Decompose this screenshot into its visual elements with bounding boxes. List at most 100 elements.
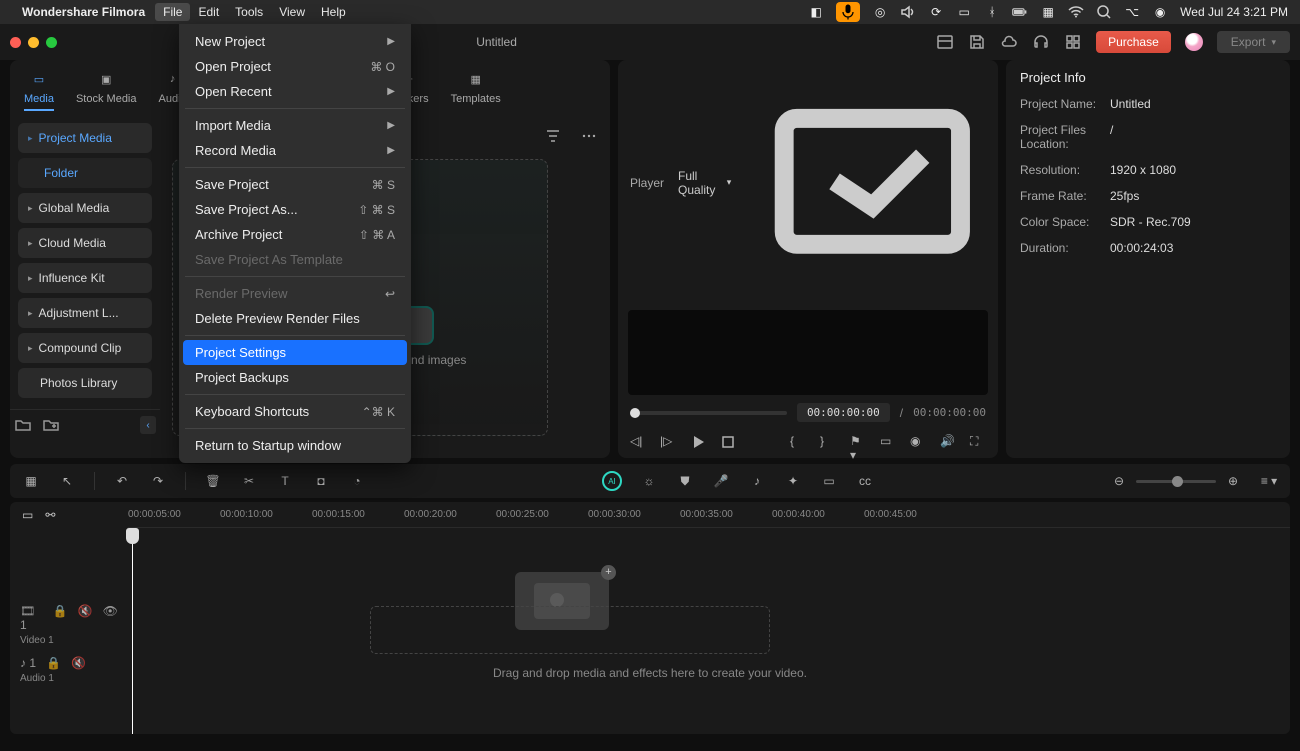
user-avatar[interactable] <box>1185 33 1203 51</box>
wifi-icon[interactable] <box>1068 4 1084 20</box>
sidebar-photos-library[interactable]: Photos Library <box>18 368 152 398</box>
menu-tools[interactable]: Tools <box>227 3 271 21</box>
app-name[interactable]: Wondershare Filmora <box>22 5 145 19</box>
sidebar-compound-clip[interactable]: ▸Compound Clip <box>18 333 152 363</box>
zoom-window[interactable] <box>46 37 57 48</box>
volume-icon[interactable]: 🔊 <box>940 434 956 450</box>
headphone-icon[interactable] <box>1032 33 1050 51</box>
prev-frame-icon[interactable]: ◁| <box>630 434 646 450</box>
purchase-button[interactable]: Purchase <box>1096 31 1171 53</box>
snapshot-compare-icon[interactable] <box>759 68 986 298</box>
minimize-window[interactable] <box>28 37 39 48</box>
quality-selector[interactable]: Full Quality▾ <box>678 169 731 197</box>
bluetooth-icon[interactable]: ᚼ <box>984 4 1000 20</box>
voice-icon[interactable]: 🎤 <box>712 472 730 490</box>
menu-view[interactable]: View <box>271 3 313 21</box>
fullscreen-icon[interactable]: ⛶ <box>970 434 986 450</box>
shield-icon[interactable]: ⛊ <box>676 472 694 490</box>
music-icon[interactable]: ♪ <box>748 472 766 490</box>
clock[interactable]: Wed Jul 24 3:21 PM <box>1180 5 1288 19</box>
sidebar-folder[interactable]: Folder <box>18 158 152 188</box>
undo-icon[interactable]: ↶ <box>113 472 131 490</box>
mark-out-icon[interactable]: } <box>820 434 836 450</box>
apps-icon[interactable] <box>1064 33 1082 51</box>
filter-icon[interactable] <box>544 127 562 145</box>
export-button[interactable]: Export▾ <box>1217 31 1290 53</box>
menu-edit[interactable]: Edit <box>190 3 227 21</box>
select-tool-icon[interactable]: ↖ <box>58 472 76 490</box>
sync-icon[interactable]: ⟳ <box>928 4 944 20</box>
sidebar-global-media[interactable]: ▸Global Media <box>18 193 152 223</box>
new-folder-icon[interactable] <box>14 416 32 434</box>
snapshot-icon[interactable]: ◉ <box>910 434 926 450</box>
seek-bar[interactable] <box>630 411 787 415</box>
tab-media[interactable]: ▭Media <box>24 68 54 111</box>
collapse-sidebar-icon[interactable]: ‹ <box>140 416 156 434</box>
menu-item-return-to-startup-window[interactable]: Return to Startup window <box>183 433 407 458</box>
timeline-dropzone[interactable] <box>370 606 770 654</box>
more-icon[interactable] <box>580 127 598 145</box>
tab-stock-media[interactable]: ▣Stock Media <box>76 68 137 111</box>
delete-icon[interactable]: 🗑 <box>204 472 222 490</box>
menu-file[interactable]: File <box>155 3 190 21</box>
menu-item-keyboard-shortcuts[interactable]: Keyboard Shortcuts⌃⌘ K <box>183 399 407 424</box>
transition-icon[interactable]: ▭ <box>820 472 838 490</box>
playhead[interactable] <box>132 528 133 734</box>
crop-icon[interactable]: ◘ <box>312 472 330 490</box>
menu-item-delete-preview-render-files[interactable]: Delete Preview Render Files <box>183 306 407 331</box>
link-icon[interactable]: ⚯ <box>45 508 55 522</box>
lock-icon[interactable]: 🔒 <box>53 604 68 632</box>
play-icon[interactable] <box>690 434 706 450</box>
battery-icon[interactable] <box>1012 4 1028 20</box>
menu-item-save-project[interactable]: Save Project⌘ S <box>183 172 407 197</box>
menu-item-archive-project[interactable]: Archive Project⇧ ⌘ A <box>183 222 407 247</box>
menu-item-record-media[interactable]: Record Media▶ <box>183 138 407 163</box>
marker-icon[interactable]: ⚑ ▾ <box>850 434 866 450</box>
display-mode-icon[interactable]: ▭ <box>880 434 896 450</box>
brightness-icon[interactable]: ☼ <box>640 472 658 490</box>
sidebar-cloud-media[interactable]: ▸Cloud Media <box>18 228 152 258</box>
save-icon[interactable] <box>968 33 986 51</box>
caption-icon[interactable]: cc <box>856 472 874 490</box>
fit-icon[interactable]: ≡ ▾ <box>1260 472 1278 490</box>
zoom-out-icon[interactable]: ⊖ <box>1110 472 1128 490</box>
new-bin-icon[interactable] <box>42 416 60 434</box>
menu-item-project-backups[interactable]: Project Backups <box>183 365 407 390</box>
stop-icon[interactable] <box>720 434 736 450</box>
close-window[interactable] <box>10 37 21 48</box>
visibility-icon[interactable]: 👁 <box>103 604 118 632</box>
cut-icon[interactable]: ✂ <box>240 472 258 490</box>
volume-icon[interactable] <box>900 4 916 20</box>
menu-item-import-media[interactable]: Import Media▶ <box>183 113 407 138</box>
display-icon[interactable]: ▭ <box>956 4 972 20</box>
calendar-icon[interactable]: ▦ <box>1040 4 1056 20</box>
timeline-ruler[interactable]: 00:00:05:0000:00:10:0000:00:15:0000:00:2… <box>128 502 1290 528</box>
menu-item-open-project[interactable]: Open Project⌘ O <box>183 54 407 79</box>
menu-item-project-settings[interactable]: Project Settings <box>183 340 407 365</box>
cloud-icon[interactable] <box>1000 33 1018 51</box>
preview-canvas[interactable] <box>628 310 988 395</box>
sidebar-adjustment-l-[interactable]: ▸Adjustment L... <box>18 298 152 328</box>
search-icon[interactable] <box>1096 4 1112 20</box>
menu-item-new-project[interactable]: New Project▶ <box>183 29 407 54</box>
grid-icon[interactable]: ▦ <box>22 472 40 490</box>
timecode-current[interactable]: 00:00:00:00 <box>797 403 890 422</box>
microphone-indicator[interactable] <box>836 2 860 22</box>
add-icon[interactable]: + <box>601 565 616 580</box>
sys-icon[interactable]: ◧ <box>808 4 824 20</box>
tab-templates[interactable]: ▦Templates <box>451 68 501 111</box>
track-manager-icon[interactable]: ▭ <box>22 508 33 522</box>
redo-icon[interactable]: ↷ <box>149 472 167 490</box>
siri-icon[interactable]: ◉ <box>1152 4 1168 20</box>
mark-in-icon[interactable]: { <box>790 434 806 450</box>
control-center-icon[interactable]: ⌥ <box>1124 4 1140 20</box>
layout-icon[interactable] <box>936 33 954 51</box>
effects-icon[interactable]: ✦ <box>784 472 802 490</box>
text-icon[interactable]: T <box>276 472 294 490</box>
menu-item-save-project-as-[interactable]: Save Project As...⇧ ⌘ S <box>183 197 407 222</box>
mute-icon[interactable]: 🔇 <box>78 604 93 632</box>
zoom-slider[interactable] <box>1136 480 1216 483</box>
ai-button[interactable]: AI <box>602 471 622 491</box>
sidebar-influence-kit[interactable]: ▸Influence Kit <box>18 263 152 293</box>
sidebar-project-media[interactable]: ▸Project Media <box>18 123 152 153</box>
